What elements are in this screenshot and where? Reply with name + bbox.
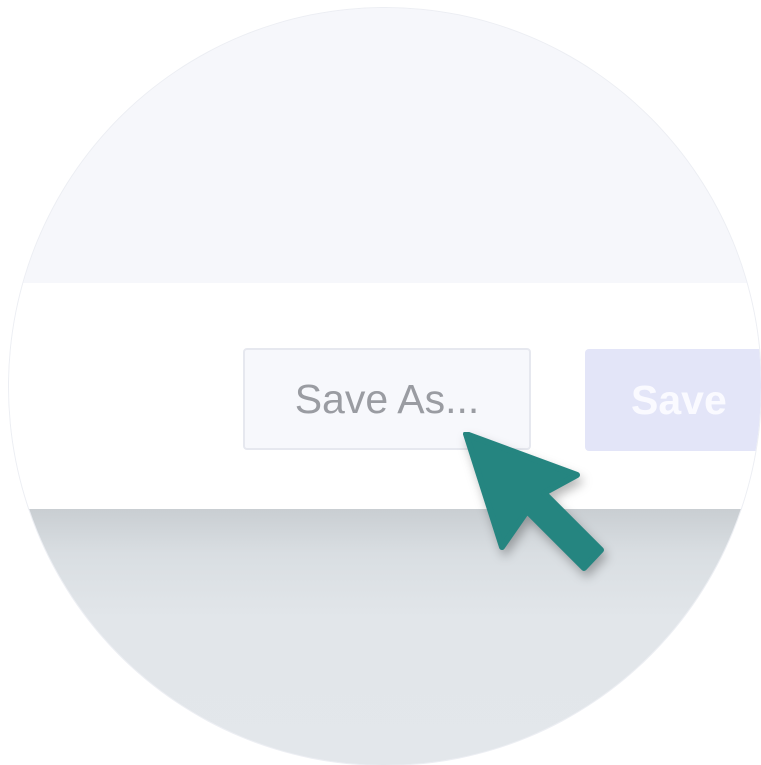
content-area (9, 8, 761, 283)
arrow-pointer-icon (463, 432, 604, 571)
save-button[interactable]: Save (585, 349, 761, 451)
zoom-lens: Save As... Save (9, 8, 761, 765)
backdrop (9, 509, 761, 765)
